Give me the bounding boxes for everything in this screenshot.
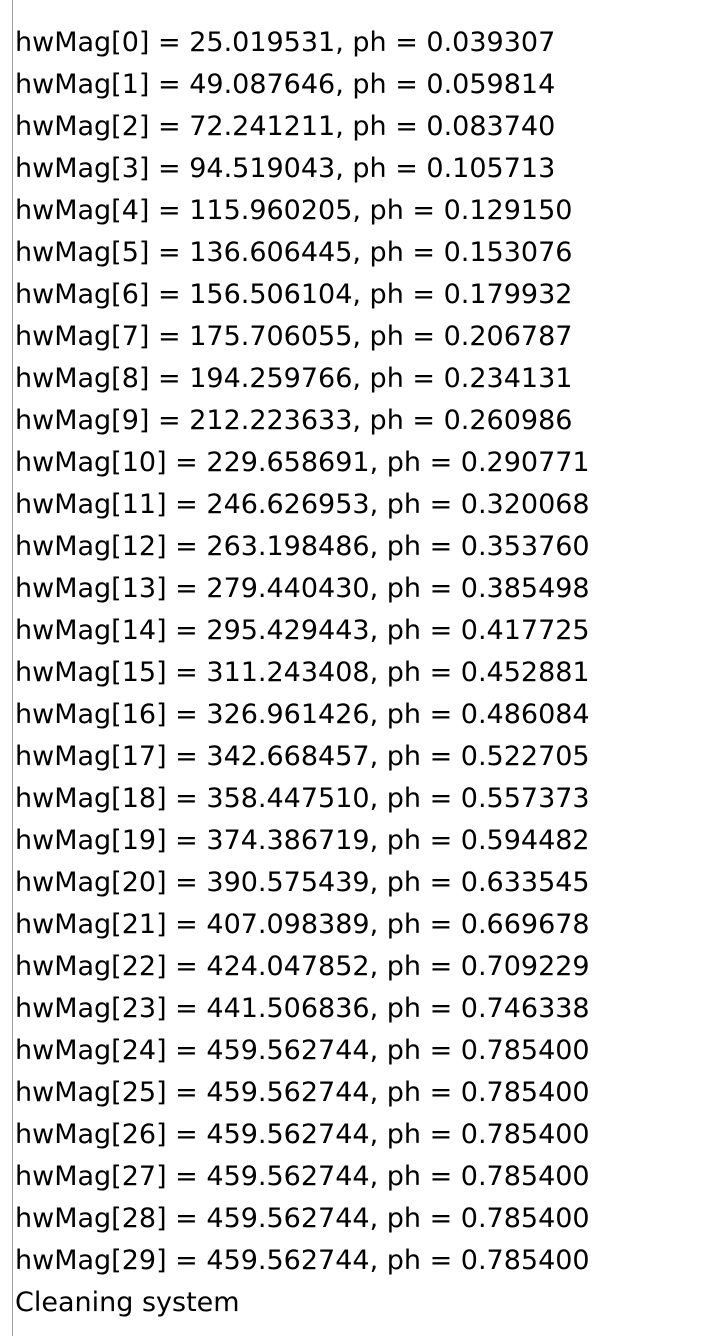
console-line: hwMag[26] = 459.562744, ph = 0.785400 (15, 1119, 590, 1150)
console-line: hwMag[8] = 194.259766, ph = 0.234131 (15, 363, 573, 394)
console-line: hwMag[24] = 459.562744, ph = 0.785400 (15, 1035, 590, 1066)
console-line: hwMag[16] = 326.961426, ph = 0.486084 (15, 699, 590, 730)
console-line: hwMag[3] = 94.519043, ph = 0.105713 (15, 153, 556, 184)
console-line: hwMag[1] = 49.087646, ph = 0.059814 (15, 69, 556, 100)
console-line: hwMag[9] = 212.223633, ph = 0.260986 (15, 405, 573, 436)
console-line: hwMag[28] = 459.562744, ph = 0.785400 (15, 1203, 590, 1234)
console-line: hwMag[25] = 459.562744, ph = 0.785400 (15, 1077, 590, 1108)
console-line: hwMag[22] = 424.047852, ph = 0.709229 (15, 951, 590, 982)
console-output: hwMag[0] = 25.019531, ph = 0.039307 hwMa… (12, 0, 714, 1336)
console-line: hwMag[17] = 342.668457, ph = 0.522705 (15, 741, 590, 772)
console-line: hwMag[23] = 441.506836, ph = 0.746338 (15, 993, 590, 1024)
console-line: hwMag[12] = 263.198486, ph = 0.353760 (15, 531, 590, 562)
console-line: hwMag[7] = 175.706055, ph = 0.206787 (15, 321, 573, 352)
console-line: hwMag[15] = 311.243408, ph = 0.452881 (15, 657, 590, 688)
console-line: hwMag[10] = 229.658691, ph = 0.290771 (15, 447, 590, 478)
console-line: hwMag[6] = 156.506104, ph = 0.179932 (15, 279, 573, 310)
console-line: hwMag[19] = 374.386719, ph = 0.594482 (15, 825, 590, 856)
console-line: hwMag[29] = 459.562744, ph = 0.785400 (15, 1245, 590, 1276)
console-line: hwMag[0] = 25.019531, ph = 0.039307 (15, 27, 556, 58)
console-line: hwMag[11] = 246.626953, ph = 0.320068 (15, 489, 590, 520)
console-line: hwMag[18] = 358.447510, ph = 0.557373 (15, 783, 590, 814)
console-line: hwMag[20] = 390.575439, ph = 0.633545 (15, 867, 590, 898)
console-line: hwMag[21] = 407.098389, ph = 0.669678 (15, 909, 590, 940)
console-line: hwMag[4] = 115.960205, ph = 0.129150 (15, 195, 573, 226)
console-line: hwMag[14] = 295.429443, ph = 0.417725 (15, 615, 590, 646)
console-line: hwMag[2] = 72.241211, ph = 0.083740 (15, 111, 556, 142)
console-line: hwMag[27] = 459.562744, ph = 0.785400 (15, 1161, 590, 1192)
console-line: hwMag[13] = 279.440430, ph = 0.385498 (15, 573, 590, 604)
console-line: hwMag[5] = 136.606445, ph = 0.153076 (15, 237, 573, 268)
console-status-line: Cleaning system (15, 1287, 240, 1318)
